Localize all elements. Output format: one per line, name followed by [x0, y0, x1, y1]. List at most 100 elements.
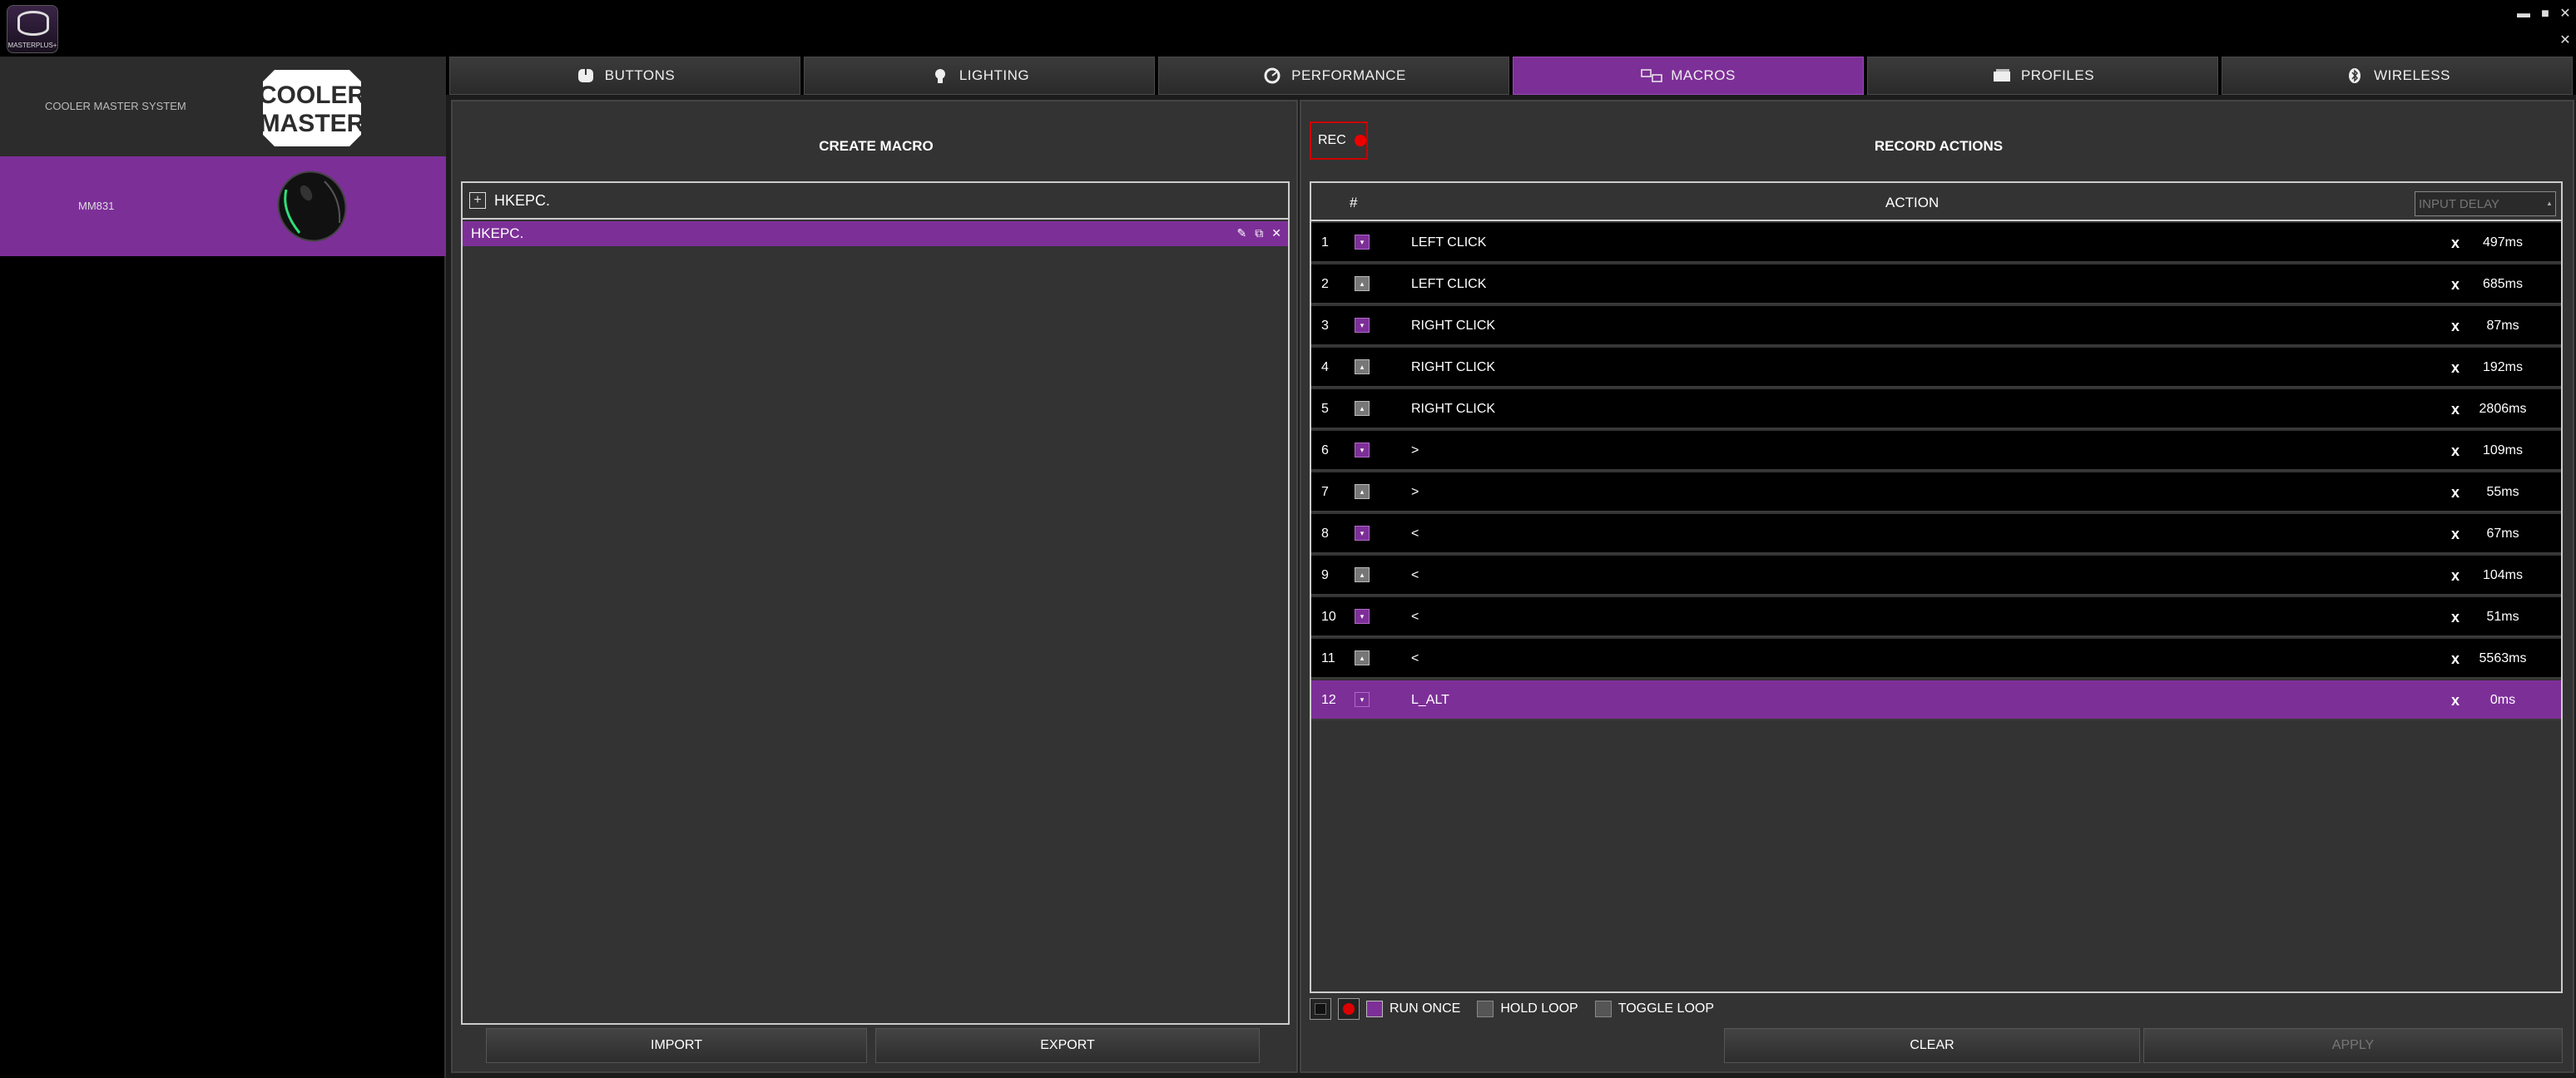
- record-icon: [1343, 1003, 1355, 1015]
- delay-value[interactable]: 109ms: [2469, 443, 2536, 458]
- duplicate-icon[interactable]: ⧉: [1255, 226, 1263, 240]
- run-options: RUN ONCE HOLD LOOP TOGGLE LOOP: [1310, 995, 2058, 1023]
- delay-value[interactable]: 67ms: [2469, 527, 2536, 541]
- action-row[interactable]: 7 ▴ > x 55ms: [1311, 472, 2561, 512]
- secondary-close-icon[interactable]: ✕: [2558, 33, 2573, 48]
- row-number: 1: [1321, 235, 1329, 250]
- row-number: 6: [1321, 443, 1329, 457]
- action-name: >: [1411, 485, 1419, 499]
- delay-value[interactable]: 192ms: [2469, 360, 2536, 375]
- edit-icon[interactable]: ✎: [1237, 226, 1247, 240]
- expand-icon[interactable]: +: [469, 192, 486, 209]
- delete-row-icon[interactable]: x: [2451, 359, 2460, 377]
- macro-group[interactable]: + HKEPC.: [463, 183, 1288, 220]
- close-icon[interactable]: ✕: [2558, 7, 2573, 22]
- tab-profiles[interactable]: PROFILES: [1867, 57, 2218, 95]
- action-table: # ACTION ▲ 1 ▾ LEFT CLICK x 497ms 2 ▴ LEFT CLIC…: [1310, 181, 2563, 993]
- key-down-icon[interactable]: ▾: [1355, 443, 1370, 457]
- sidebar: COOLER MASTER SYSTEM COOLER MASTER MM831: [0, 57, 446, 1078]
- delete-row-icon[interactable]: x: [2451, 526, 2460, 543]
- mouse-image: [277, 171, 347, 242]
- action-row[interactable]: 10 ▾ < x 51ms: [1311, 597, 2561, 637]
- tab-macros-label: MACROS: [1671, 67, 1736, 83]
- tab-wireless[interactable]: WIRELESS: [2222, 57, 2573, 95]
- action-row[interactable]: 3 ▾ RIGHT CLICK x 87ms: [1311, 306, 2561, 346]
- action-row[interactable]: 8 ▾ < x 67ms: [1311, 514, 2561, 554]
- action-row[interactable]: 9 ▴ < x 104ms: [1311, 556, 2561, 596]
- delay-value[interactable]: 51ms: [2469, 610, 2536, 625]
- spinner-arrow-icon[interactable]: ▲: [2546, 200, 2553, 207]
- delete-row-icon[interactable]: x: [2451, 609, 2460, 626]
- mouse-icon: [577, 69, 593, 82]
- action-row[interactable]: 5 ▴ RIGHT CLICK x 2806ms: [1311, 389, 2561, 429]
- device-row-mm831[interactable]: MM831: [0, 156, 446, 256]
- action-row[interactable]: 11 ▴ < x 5563ms: [1311, 639, 2561, 679]
- delay-value[interactable]: 5563ms: [2469, 651, 2536, 666]
- tab-macros[interactable]: MACROS: [1513, 57, 1864, 95]
- key-down-icon[interactable]: ▾: [1355, 692, 1370, 707]
- tab-profiles-label: PROFILES: [2020, 67, 2095, 83]
- delay-value[interactable]: 0ms: [2469, 693, 2536, 708]
- delete-row-icon[interactable]: x: [2451, 401, 2460, 418]
- delete-row-icon[interactable]: x: [2451, 650, 2460, 668]
- delete-row-icon[interactable]: x: [2451, 484, 2460, 502]
- delete-row-icon[interactable]: x: [2451, 443, 2460, 460]
- action-row[interactable]: 2 ▴ LEFT CLICK x 685ms: [1311, 265, 2561, 304]
- tab-buttons[interactable]: BUTTONS: [449, 57, 800, 95]
- tab-bar: BUTTONS LIGHTING PERFORMANCE MACROS PROF…: [446, 57, 2576, 95]
- row-number: 2: [1321, 277, 1329, 291]
- title-bar: MASTERPLUS+ ▬ ■ ✕ ✕: [0, 0, 2576, 57]
- record-inline-button[interactable]: [1338, 998, 1360, 1020]
- app-logo-label: MASTERPLUS+: [7, 42, 57, 49]
- tab-performance[interactable]: PERFORMANCE: [1158, 57, 1509, 95]
- key-down-icon[interactable]: ▾: [1355, 235, 1370, 250]
- apply-button[interactable]: APPLY: [2143, 1028, 2563, 1063]
- row-number: 12: [1321, 693, 1336, 707]
- delete-row-icon[interactable]: x: [2451, 276, 2460, 294]
- delay-value[interactable]: 55ms: [2469, 485, 2536, 500]
- delay-value[interactable]: 104ms: [2469, 568, 2536, 583]
- tab-wireless-label: WIRELESS: [2374, 67, 2450, 83]
- delete-row-icon[interactable]: x: [2451, 567, 2460, 585]
- key-up-icon[interactable]: ▴: [1355, 359, 1370, 374]
- key-down-icon[interactable]: ▾: [1355, 609, 1370, 624]
- maximize-icon[interactable]: ■: [2538, 7, 2553, 22]
- hold-loop-checkbox[interactable]: [1477, 1001, 1494, 1017]
- run-once-checkbox[interactable]: [1366, 1001, 1383, 1017]
- key-up-icon[interactable]: ▴: [1355, 276, 1370, 291]
- key-down-icon[interactable]: ▾: [1355, 318, 1370, 333]
- delay-value[interactable]: 2806ms: [2469, 402, 2536, 417]
- key-up-icon[interactable]: ▴: [1355, 650, 1370, 665]
- import-button[interactable]: IMPORT: [486, 1028, 867, 1063]
- action-row[interactable]: 1 ▾ LEFT CLICK x 497ms: [1311, 223, 2561, 263]
- row-number: 11: [1321, 651, 1335, 665]
- action-row[interactable]: 4 ▴ RIGHT CLICK x 192ms: [1311, 348, 2561, 388]
- key-down-icon[interactable]: ▾: [1355, 526, 1370, 541]
- action-row[interactable]: 12 ▾ L_ALT x 0ms: [1311, 680, 2561, 720]
- create-macro-panel: CREATE MACRO + HKEPC. HKEPC. ✎ ⧉ ✕ IMPOR…: [451, 100, 1298, 1073]
- delete-icon[interactable]: ✕: [1271, 226, 1281, 240]
- delay-value[interactable]: 685ms: [2469, 277, 2536, 292]
- input-delay-field[interactable]: [2415, 191, 2556, 216]
- toggle-loop-checkbox[interactable]: [1594, 1001, 1612, 1017]
- delete-row-icon[interactable]: x: [2451, 318, 2460, 335]
- clear-button[interactable]: CLEAR: [1724, 1028, 2140, 1063]
- row-number: 10: [1321, 610, 1336, 624]
- delete-row-icon[interactable]: x: [2451, 692, 2460, 710]
- key-up-icon[interactable]: ▴: [1355, 401, 1370, 416]
- key-up-icon[interactable]: ▴: [1355, 484, 1370, 499]
- delay-value[interactable]: 497ms: [2469, 235, 2536, 250]
- delete-row-icon[interactable]: x: [2451, 235, 2460, 252]
- stop-button[interactable]: [1310, 998, 1331, 1020]
- system-row[interactable]: COOLER MASTER SYSTEM COOLER MASTER: [0, 57, 446, 156]
- delay-value[interactable]: 87ms: [2469, 319, 2536, 334]
- export-button[interactable]: EXPORT: [875, 1028, 1260, 1063]
- action-row[interactable]: 6 ▾ > x 109ms: [1311, 431, 2561, 471]
- hold-loop-label: HOLD LOOP: [1500, 1001, 1578, 1016]
- app-logo[interactable]: MASTERPLUS+: [7, 5, 58, 53]
- key-up-icon[interactable]: ▴: [1355, 567, 1370, 582]
- macro-item-selected[interactable]: HKEPC. ✎ ⧉ ✕: [463, 221, 1288, 246]
- tab-lighting[interactable]: LIGHTING: [804, 57, 1155, 95]
- action-name: LEFT CLICK: [1411, 235, 1487, 250]
- minimize-icon[interactable]: ▬: [2516, 7, 2531, 22]
